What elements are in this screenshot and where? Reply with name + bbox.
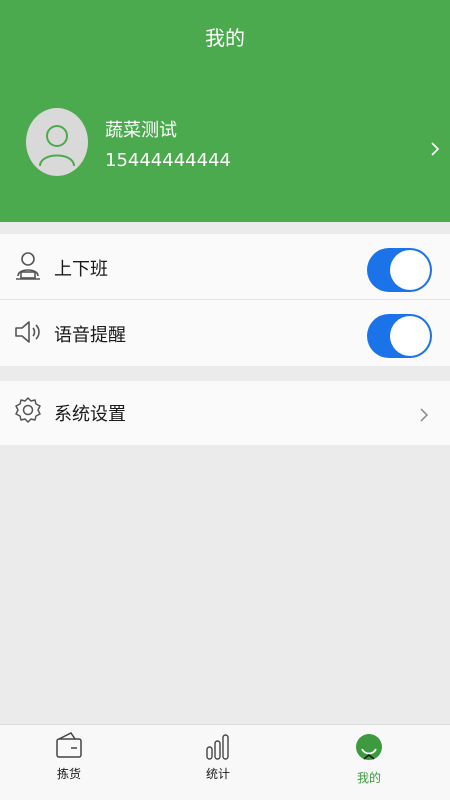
toggle-knob bbox=[390, 316, 430, 356]
system-settings-row[interactable]: 系统设置 bbox=[0, 381, 450, 447]
nav-label-mine: 我的 bbox=[356, 771, 381, 785]
bottom-nav: 拣货 统计 我的 bbox=[0, 724, 450, 800]
voice-reminder-row: 语音提醒 bbox=[0, 300, 450, 366]
profile-phone: 15444444444 bbox=[105, 150, 231, 171]
system-settings-card: 系统设置 bbox=[0, 381, 450, 445]
voice-reminder-label: 语音提醒 bbox=[54, 325, 126, 346]
nav-label-pick: 拣货 bbox=[56, 767, 81, 781]
user-icon bbox=[39, 125, 75, 167]
speaker-icon bbox=[15, 321, 40, 343]
voice-reminder-toggle[interactable] bbox=[367, 314, 432, 358]
profile-header: 我的 蔬菜测试 15444444444 bbox=[0, 0, 450, 222]
nav-item-mine[interactable]: 我的 bbox=[319, 725, 419, 800]
chevron-right-icon bbox=[431, 142, 440, 156]
page-title: 我的 bbox=[205, 26, 245, 50]
avatar bbox=[26, 108, 88, 176]
user-active-icon bbox=[356, 734, 382, 760]
nav-item-stats[interactable]: 统计 bbox=[168, 725, 268, 800]
work-shift-row: 上下班 bbox=[0, 234, 450, 300]
nav-item-pick[interactable]: 拣货 bbox=[19, 725, 119, 800]
wallet-icon bbox=[56, 732, 82, 758]
gear-icon bbox=[15, 397, 41, 423]
profile-name: 蔬菜测试 bbox=[105, 120, 177, 141]
nav-label-stats: 统计 bbox=[205, 767, 230, 781]
work-shift-label: 上下班 bbox=[54, 259, 108, 280]
chevron-right-icon bbox=[420, 408, 429, 422]
work-shift-toggle[interactable] bbox=[367, 248, 432, 292]
toggle-settings-card: 上下班 语音提醒 bbox=[0, 234, 450, 366]
toggle-knob bbox=[390, 250, 430, 290]
profile-row[interactable]: 蔬菜测试 15444444444 bbox=[0, 104, 450, 184]
system-settings-label: 系统设置 bbox=[54, 404, 126, 425]
bar-chart-icon bbox=[206, 734, 229, 760]
worker-icon bbox=[16, 252, 40, 280]
